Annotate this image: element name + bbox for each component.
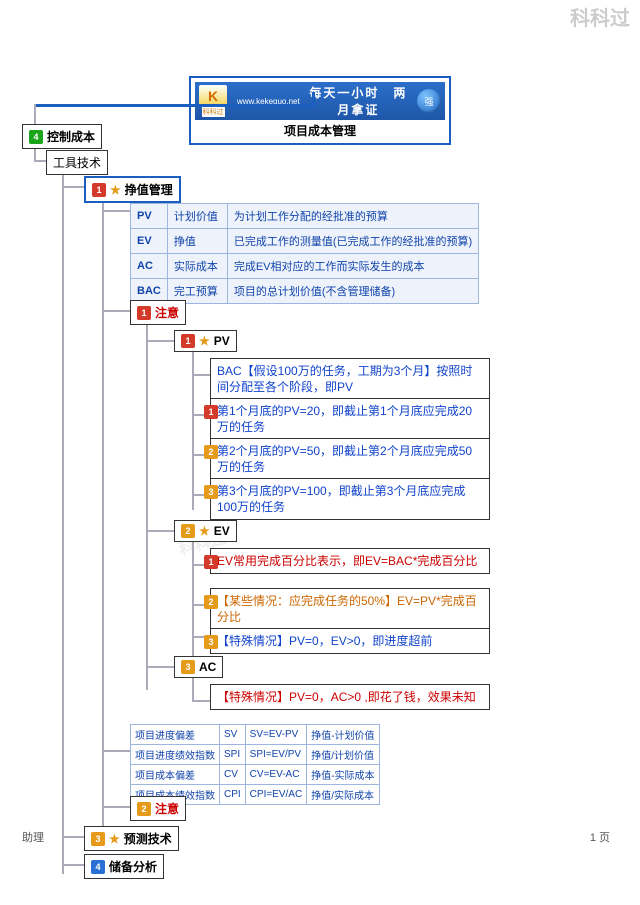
star-icon: ★ bbox=[199, 524, 210, 538]
badge-num: 3 bbox=[204, 635, 218, 649]
node-pv: 1 ★ PV bbox=[174, 330, 237, 352]
banner-logo-sub: 科科过 bbox=[202, 107, 225, 117]
box-text: 【特殊情况】PV=0，EV>0，即进度超前 bbox=[217, 634, 432, 648]
node-note: 1 注意 bbox=[130, 300, 186, 325]
footer-left: 助理 bbox=[22, 829, 44, 845]
banner-slogan: 每天一小时 两月拿证 bbox=[304, 84, 413, 118]
table-row: PV计划价值为计划工作分配的经批准的预算 bbox=[131, 204, 479, 229]
badge-num: 3 bbox=[91, 832, 105, 846]
node-reserve: 4 储备分析 bbox=[84, 854, 164, 879]
star-icon: ★ bbox=[109, 832, 120, 846]
watermark-top: 科科过 bbox=[570, 2, 630, 31]
box-ac-special: 【特殊情况】PV=0，AC>0 ,即花了钱，效果未知 bbox=[210, 684, 490, 710]
badge-num: 3 bbox=[204, 485, 218, 499]
box-pv-intro: BAC【假设100万的任务，工期为3个月】按照时间分配至各个阶段，即PV bbox=[210, 358, 490, 400]
box-pv-m1: 1 第1个月底的PV=20，即截止第1个月底应完成20万的任务 bbox=[210, 398, 490, 440]
banner-logo-col: K 科科过 bbox=[199, 85, 227, 117]
sv-table: 项目进度偏差SVSV=EV-PV挣值-计划价值 项目进度绩效指数SPISPI=E… bbox=[130, 724, 380, 805]
badge-num: 2 bbox=[204, 595, 218, 609]
node-label: 挣值管理 bbox=[125, 181, 173, 198]
box-ev-1: 1 EV常用完成百分比表示，即EV=BAC*完成百分比 bbox=[210, 548, 490, 574]
box-text: 第2个月底的PV=50，即截止第2个月底应完成50万的任务 bbox=[217, 444, 472, 474]
table-row: 项目进度绩效指数SPISPI=EV/PV挣值/计划价值 bbox=[131, 745, 380, 765]
box-text: 第1个月底的PV=20，即截止第1个月底应完成20万的任务 bbox=[217, 404, 472, 434]
table-row: AC实际成本完成EV相对应的工作而实际发生的成本 bbox=[131, 254, 479, 279]
badge-num: 1 bbox=[137, 306, 151, 320]
box-pv-m3: 3 第3个月底的PV=100，即截止第3个月底应完成100万的任务 bbox=[210, 478, 490, 520]
badge-num: 2 bbox=[137, 802, 151, 816]
node-ac: 3 AC bbox=[174, 656, 223, 678]
box-text: EV常用完成百分比表示，即EV=BAC*完成百分比 bbox=[217, 554, 477, 568]
banner-badge: 强 bbox=[417, 89, 441, 113]
banner-bar: K 科科过 www.kekeguo.net 每天一小时 两月拿证 强 bbox=[195, 82, 445, 120]
node-label: 控制成本 bbox=[47, 128, 95, 145]
table-row: 项目成本偏差CVCV=EV-AC挣值-实际成本 bbox=[131, 765, 380, 785]
node-forecast: 3 ★ 预测技术 bbox=[84, 826, 179, 851]
footer-right: 1 页 bbox=[590, 829, 610, 845]
box-text: BAC【假设100万的任务，工期为3个月】按照时间分配至各个阶段，即PV bbox=[217, 364, 472, 394]
banner-title: 项目成本管理 bbox=[195, 120, 445, 139]
badge-num: 3 bbox=[181, 660, 195, 674]
star-icon: ★ bbox=[199, 334, 210, 348]
star-icon: ★ bbox=[110, 183, 121, 197]
badge-num: 4 bbox=[91, 860, 105, 874]
box-ev-3: 3 【特殊情况】PV=0，EV>0，即进度超前 bbox=[210, 628, 490, 654]
diagram-canvas: 科科过 科科过 科科过 K 科科过 www.kekeguo.net 每天一小时 … bbox=[0, 0, 640, 905]
node-label: 工具技术 bbox=[53, 154, 101, 171]
badge-num: 2 bbox=[181, 524, 195, 538]
node-note-2: 2 注意 bbox=[130, 796, 186, 821]
node-label: 注意 bbox=[155, 800, 179, 817]
node-evm: 1 ★ 挣值管理 bbox=[84, 176, 181, 203]
node-label: 预测技术 bbox=[124, 830, 172, 847]
box-text: 【特殊情况】PV=0，AC>0 ,即花了钱，效果未知 bbox=[217, 690, 476, 704]
node-label: EV bbox=[214, 524, 230, 538]
badge-num: 1 bbox=[204, 555, 218, 569]
box-ev-2: 2 【某些情况：应完成任务的50%】EV=PV*完成百分比 bbox=[210, 588, 490, 630]
box-text: 第3个月底的PV=100，即截止第3个月底应完成100万的任务 bbox=[217, 484, 465, 514]
node-label: 储备分析 bbox=[109, 858, 157, 875]
node-control-cost: 4 控制成本 bbox=[22, 124, 102, 149]
box-text: 【某些情况：应完成任务的50%】EV=PV*完成百分比 bbox=[217, 594, 477, 624]
badge-num: 4 bbox=[29, 130, 43, 144]
table-row: EV挣值已完成工作的测量值(已完成工作的经批准的预算) bbox=[131, 229, 479, 254]
badge-num: 2 bbox=[204, 445, 218, 459]
banner: K 科科过 www.kekeguo.net 每天一小时 两月拿证 强 项目成本管… bbox=[189, 76, 451, 145]
node-tools: 工具技术 bbox=[46, 150, 108, 175]
node-label: AC bbox=[199, 660, 216, 674]
node-label: PV bbox=[214, 334, 230, 348]
node-ev: 2 ★ EV bbox=[174, 520, 237, 542]
node-label: 注意 bbox=[155, 304, 179, 321]
badge-num: 1 bbox=[92, 183, 106, 197]
badge-num: 1 bbox=[204, 405, 218, 419]
box-pv-m2: 2 第2个月底的PV=50，即截止第2个月底应完成50万的任务 bbox=[210, 438, 490, 480]
table-row: 项目进度偏差SVSV=EV-PV挣值-计划价值 bbox=[131, 725, 380, 745]
badge-num: 1 bbox=[181, 334, 195, 348]
definitions-table: PV计划价值为计划工作分配的经批准的预算 EV挣值已完成工作的测量值(已完成工作… bbox=[130, 203, 479, 304]
